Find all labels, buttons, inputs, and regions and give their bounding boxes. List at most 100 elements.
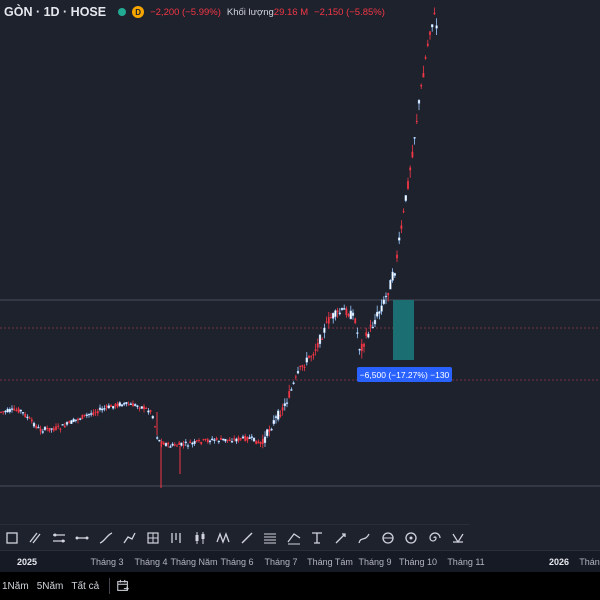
candle-body (220, 438, 222, 440)
range-1-year-button[interactable]: 1Năm (0, 581, 33, 592)
grid-tool-icon[interactable] (141, 525, 165, 550)
candle-body (191, 442, 194, 445)
candle-body (151, 416, 154, 419)
candle-body (169, 446, 172, 448)
brush-tool-icon[interactable] (118, 525, 142, 550)
candle-body (43, 426, 47, 431)
time-tick: Tháng 9 (358, 557, 392, 567)
candle-body (63, 425, 66, 428)
candle-body (356, 332, 359, 334)
candle-body (285, 402, 289, 404)
time-tick: Tháng Năm (170, 557, 218, 567)
candle-body (145, 408, 148, 409)
candle-body (30, 419, 33, 422)
candle-body (384, 295, 388, 298)
candle-body (195, 440, 198, 442)
legend-header: GÒN · 1D · HOSE D −2,200 (−5.99%) Khối l… (0, 0, 385, 24)
spiral-tool-icon[interactable] (423, 525, 447, 550)
anchor-text-icon[interactable] (329, 525, 353, 550)
candle-body (167, 442, 170, 445)
candle-body (226, 439, 229, 441)
candle-body (8, 409, 11, 413)
candle-body (235, 438, 238, 442)
price-chart[interactable] (0, 0, 600, 550)
rectangle-tool-icon[interactable] (0, 525, 24, 550)
candle-body (149, 410, 152, 412)
candle-body (347, 314, 350, 317)
candle-body (354, 318, 357, 323)
candle-body (257, 441, 260, 444)
zigzag-tool-icon[interactable] (212, 525, 236, 550)
candle-body (255, 440, 258, 445)
candle-body (237, 437, 240, 441)
time-tick: Tháng 6 (220, 557, 254, 567)
arc-tool-icon[interactable] (376, 525, 400, 550)
candle-body (426, 43, 429, 46)
candle-body (143, 406, 145, 410)
candle-body (158, 439, 161, 442)
candle-body (429, 31, 431, 35)
candle-body (230, 441, 234, 443)
trend-line-icon[interactable] (235, 525, 259, 550)
volume-label: Khối lượng (226, 6, 274, 18)
chart-pane[interactable]: GÒN · 1D · HOSE D −2,200 (−5.99%) Khối l… (0, 0, 600, 550)
time-tick: Tháng 7 (264, 557, 298, 567)
candle-body (193, 441, 196, 444)
candle-body (358, 349, 361, 351)
candle-body (83, 414, 86, 416)
date-range-icon[interactable] (116, 579, 130, 593)
candle-body (208, 440, 212, 443)
candle-body (422, 73, 425, 78)
candle-body (407, 181, 409, 189)
market-status-icon[interactable] (118, 8, 127, 16)
candle-body (4, 410, 7, 413)
candle-body (114, 403, 117, 407)
candle-body (79, 418, 82, 420)
candle-body (39, 428, 42, 432)
candle-body (369, 324, 372, 327)
candle-body (98, 407, 102, 410)
candle-body (19, 409, 22, 412)
candle-body (200, 441, 203, 444)
candle-body (301, 365, 304, 367)
range-5-year-button[interactable]: 5Năm (33, 581, 68, 592)
candle-tool-icon[interactable] (188, 525, 212, 550)
time-axis[interactable]: 2025 Tháng 3 Tháng 4 Tháng Năm Tháng 6 T… (0, 550, 600, 573)
fib-retracement-icon[interactable] (259, 525, 283, 550)
candle-body (314, 349, 317, 351)
curve-tool-icon[interactable] (94, 525, 118, 550)
candle-body (424, 57, 427, 59)
fib-extension-icon[interactable] (282, 525, 306, 550)
candle-body (127, 404, 130, 406)
parallel-channel-icon[interactable] (24, 525, 48, 550)
candle-body (55, 426, 57, 430)
drawing-toolbar (0, 524, 470, 550)
measure-box[interactable] (393, 300, 414, 360)
candle-body (233, 438, 236, 440)
candle-body (420, 85, 423, 87)
candle-body (316, 343, 319, 348)
pattern-tool-icon[interactable] (447, 525, 471, 550)
path-tool-icon[interactable] (47, 525, 71, 550)
candle-body (296, 370, 300, 374)
candle-body (398, 237, 401, 241)
symbol-title[interactable]: GÒN · 1D · HOSE (4, 5, 106, 19)
candle-body (274, 416, 278, 418)
interval-badge[interactable]: D (132, 6, 145, 18)
pen-tool-icon[interactable] (353, 525, 377, 550)
candle-body (248, 437, 251, 439)
candle-body (70, 420, 73, 424)
candle-body (107, 405, 110, 409)
cycle-tool-icon[interactable] (400, 525, 424, 550)
candle-body (94, 411, 97, 413)
gann-icon[interactable] (306, 525, 330, 550)
candle-body (351, 312, 355, 316)
candle-body (180, 442, 183, 446)
candle-body (198, 440, 200, 441)
candle-body (17, 408, 20, 413)
ruler-tool-icon[interactable] (71, 525, 95, 550)
range-all-button[interactable]: Tất cả (67, 581, 103, 592)
candle-body (206, 439, 209, 442)
candle-body (246, 437, 249, 441)
pitchfork-tool-icon[interactable] (165, 525, 189, 550)
